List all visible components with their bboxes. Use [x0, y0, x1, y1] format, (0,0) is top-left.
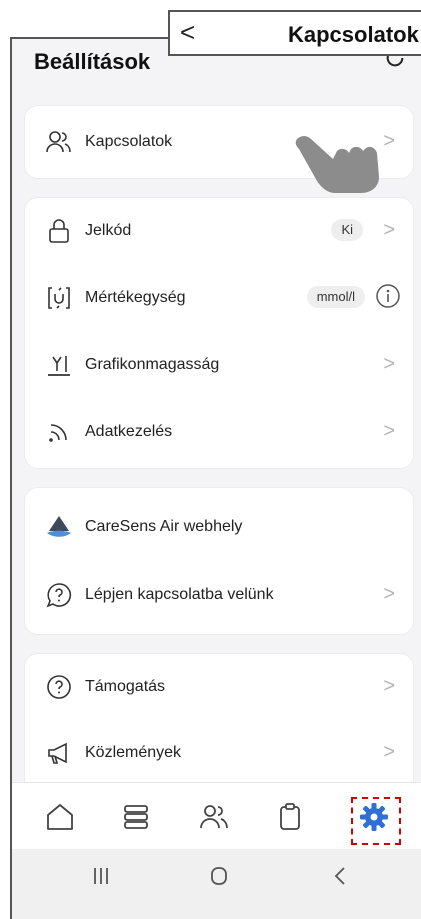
list-icon[interactable]: [120, 801, 152, 833]
row-label: Jelkód: [85, 222, 132, 239]
back-button-icon[interactable]: [326, 861, 356, 891]
system-nav-bar: [12, 849, 421, 919]
pointing-hand-icon: [295, 136, 379, 193]
gear-icon[interactable]: [358, 801, 390, 833]
chevron-right-icon: >: [383, 130, 395, 152]
users-tab-icon[interactable]: [198, 801, 230, 833]
phone-screen: Beállítások Kapcsolatok > Jelkód Ki > Mé…: [10, 37, 421, 919]
row-jelkod[interactable]: Jelkód Ki >: [25, 198, 413, 264]
row-label: Mértékegység: [85, 289, 186, 306]
row-label: Kapcsolatok: [85, 133, 173, 150]
row-label: Adatkezelés: [85, 423, 173, 440]
lock-icon: [49, 219, 69, 243]
callout-title: Kapcsolatok: [288, 22, 419, 47]
row-kapcsolat[interactable]: Lépjen kapcsolatba velünk >: [25, 562, 413, 628]
bottom-tab-bar: [12, 782, 421, 850]
info-icon[interactable]: [375, 283, 401, 309]
zoom-callout: < Kapcsolatok: [168, 10, 421, 56]
chat-question-icon: [46, 583, 72, 608]
chevron-right-icon: >: [383, 675, 395, 697]
row-label: Lépjen kapcsolatba velünk: [85, 586, 274, 603]
chevron-right-icon: >: [383, 219, 395, 241]
row-tamogatas[interactable]: Támogatás >: [25, 654, 413, 720]
row-webhely[interactable]: CareSens Air webhely: [25, 494, 413, 560]
data-feed-icon: [49, 424, 67, 442]
chevron-right-icon: >: [383, 353, 395, 375]
graph-height-icon: [48, 356, 70, 376]
recent-apps-icon[interactable]: [86, 861, 116, 891]
chevron-right-icon: >: [383, 741, 395, 763]
help-circle-icon: [47, 675, 71, 699]
row-label: Közlemények: [85, 744, 182, 761]
megaphone-icon: [48, 742, 67, 764]
row-label: Grafikonmagasság: [85, 356, 220, 373]
chevron-right-icon: >: [383, 420, 395, 442]
page-title: Beállítások: [34, 49, 151, 74]
home-icon[interactable]: [44, 801, 76, 833]
status-badge: Ki: [331, 219, 363, 241]
row-adatkezeles[interactable]: Adatkezelés >: [25, 399, 413, 465]
row-mertekegyseg[interactable]: Mértékegység mmol/l: [25, 265, 413, 331]
back-arrow-icon[interactable]: <: [180, 18, 195, 46]
row-label: CareSens Air webhely: [85, 518, 243, 535]
users-icon: [46, 131, 71, 153]
row-kozlemenyek[interactable]: Közlemények >: [25, 720, 413, 786]
chevron-right-icon: >: [383, 583, 395, 605]
card-info: CareSens Air webhely Lépjen kapcsolatba …: [24, 487, 414, 635]
caresens-logo-icon: [47, 516, 71, 537]
row-grafikon[interactable]: Grafikonmagasság >: [25, 332, 413, 398]
card-settings: Jelkód Ki > Mértékegység mmol/l Grafikon…: [24, 197, 414, 469]
unit-badge: mmol/l: [306, 286, 365, 308]
unit-convert-icon: [48, 287, 70, 309]
row-label: Támogatás: [85, 678, 166, 695]
clipboard-icon[interactable]: [274, 801, 306, 833]
home-button-icon[interactable]: [204, 861, 234, 891]
